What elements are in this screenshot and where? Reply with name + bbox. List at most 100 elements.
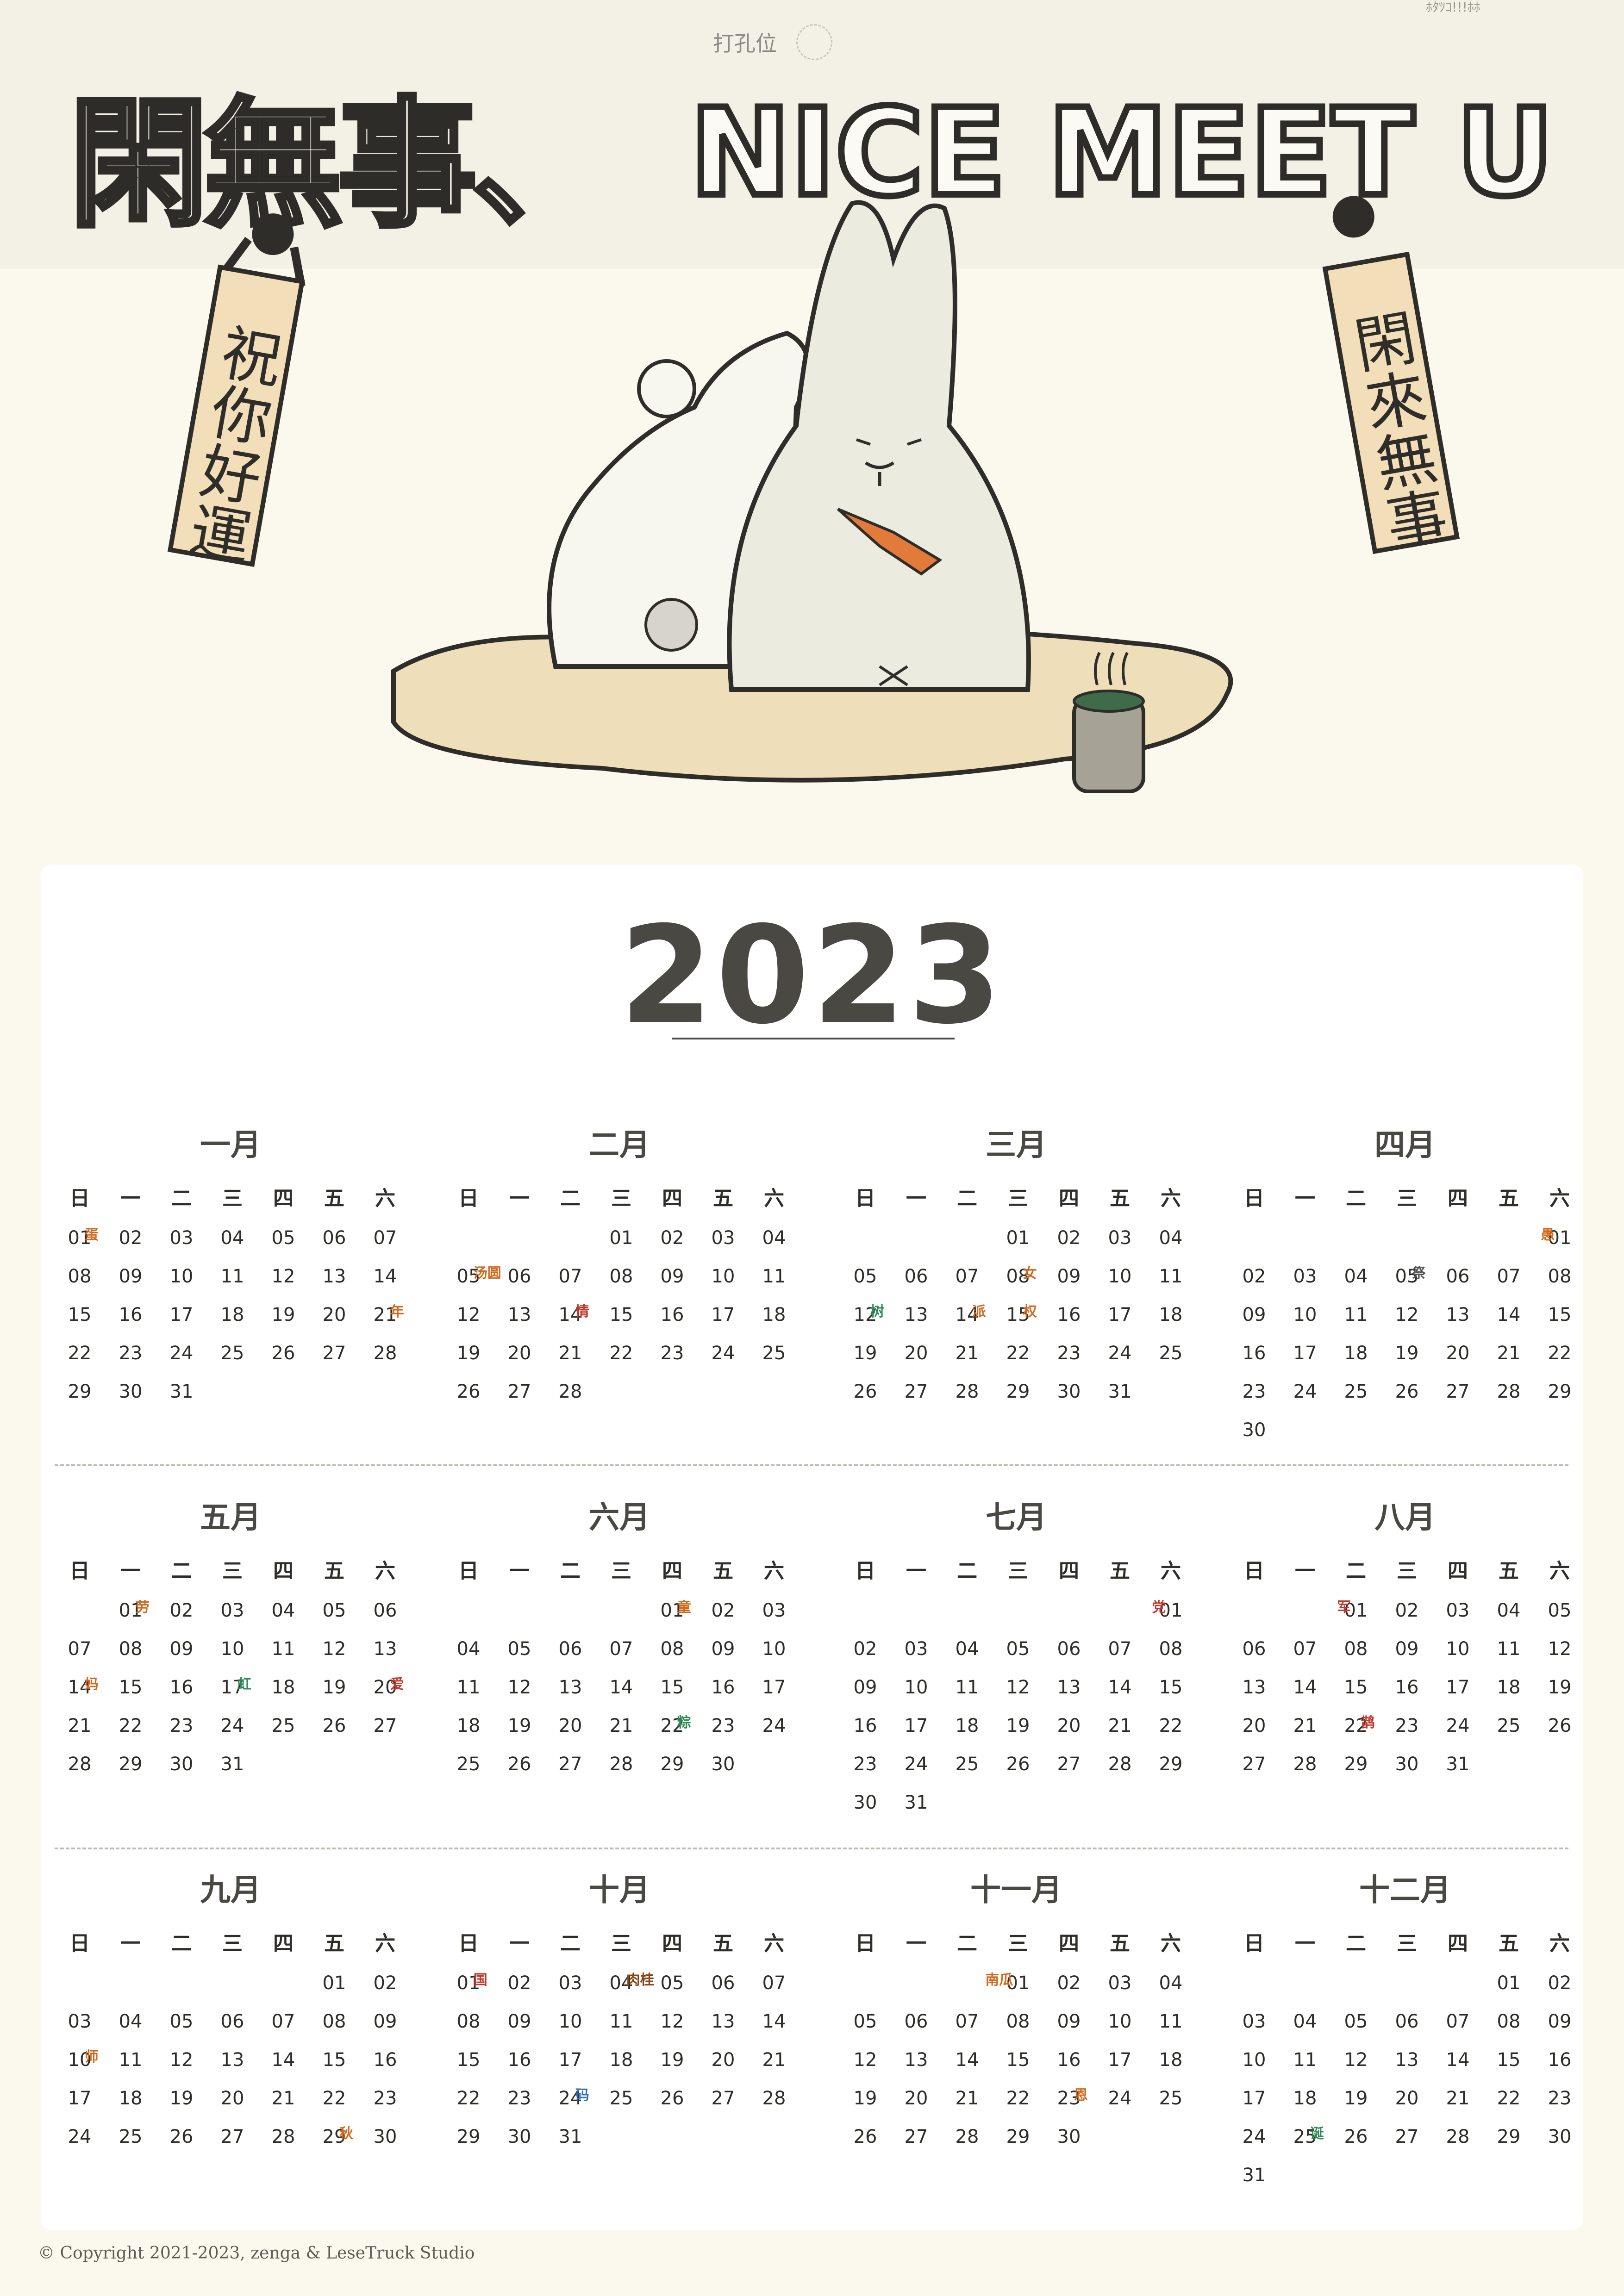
day-cell[interactable]: 16 — [1535, 2041, 1585, 2078]
day-cell[interactable]: 25 诞 — [1280, 2118, 1330, 2155]
day-cell[interactable]: 25 — [1146, 2080, 1196, 2117]
day-cell[interactable]: 04 — [1484, 1592, 1534, 1629]
day-cell[interactable]: 27 — [1044, 1746, 1094, 1783]
day-cell[interactable]: 17 — [1229, 2080, 1279, 2117]
day-cell[interactable]: 12 — [156, 2041, 206, 2078]
day-cell[interactable]: 04 — [1280, 2003, 1330, 2040]
day-cell[interactable]: 04 — [1146, 1220, 1196, 1257]
day-cell[interactable]: 12 — [993, 1669, 1043, 1706]
day-cell[interactable]: 22 — [55, 1335, 105, 1372]
day-cell[interactable]: 12 — [840, 2041, 890, 2078]
day-cell[interactable]: 13 — [698, 2003, 748, 2040]
day-cell[interactable]: 25 — [443, 1746, 493, 1783]
day-cell[interactable]: 11 — [106, 2041, 156, 2078]
day-cell[interactable]: 18 — [1331, 1335, 1381, 1372]
day-cell[interactable]: 26 — [840, 2118, 890, 2155]
day-cell[interactable]: 10 — [1433, 1630, 1483, 1668]
day-cell[interactable]: 14 情 — [545, 1296, 595, 1333]
day-cell[interactable]: 06 — [1433, 1258, 1483, 1295]
day-cell[interactable]: 02 — [698, 1592, 748, 1629]
day-cell[interactable]: 17 — [1433, 1669, 1483, 1706]
day-cell[interactable]: 08 — [309, 2003, 359, 2040]
day-cell[interactable]: 15 权 — [993, 1296, 1043, 1333]
day-cell[interactable]: 20 — [207, 2080, 257, 2117]
day-cell[interactable]: 09 — [156, 1630, 206, 1668]
day-cell[interactable]: 27 — [698, 2080, 748, 2117]
day-cell[interactable]: 04 — [749, 1220, 799, 1257]
day-cell[interactable]: 16 — [156, 1669, 206, 1706]
day-cell[interactable]: 17 — [1095, 1296, 1145, 1333]
day-cell[interactable]: 05 — [309, 1592, 359, 1629]
day-cell[interactable]: 23 — [840, 1746, 890, 1783]
day-cell[interactable]: 14 — [1433, 2041, 1483, 2078]
day-cell[interactable]: 23 恩 — [1044, 2080, 1094, 2117]
day-cell[interactable]: 07 — [360, 1220, 410, 1257]
day-cell[interactable]: 25 — [207, 1335, 257, 1372]
day-cell[interactable]: 12 — [647, 2003, 697, 2040]
day-cell[interactable]: 09 — [1535, 2003, 1585, 2040]
day-cell[interactable]: 07 — [1484, 1258, 1534, 1295]
day-cell[interactable]: 25 — [749, 1335, 799, 1372]
day-cell[interactable]: 01 — [993, 1220, 1043, 1257]
day-cell[interactable]: 24 — [207, 1707, 257, 1744]
day-cell[interactable]: 06 — [891, 2003, 941, 2040]
day-cell[interactable]: 04 — [942, 1630, 992, 1668]
day-cell[interactable]: 09 — [360, 2003, 410, 2040]
day-cell[interactable]: 30 — [840, 1784, 890, 1821]
day-cell[interactable]: 02 — [1044, 1220, 1094, 1257]
day-cell[interactable]: 11 — [1331, 1296, 1381, 1333]
day-cell[interactable]: 22 — [443, 2080, 493, 2117]
day-cell[interactable]: 16 — [1229, 1335, 1279, 1372]
day-cell[interactable]: 08 — [1331, 1630, 1381, 1668]
day-cell[interactable]: 16 — [840, 1707, 890, 1744]
day-cell[interactable]: 12 — [1382, 1296, 1432, 1333]
day-cell[interactable]: 05 — [258, 1220, 308, 1257]
day-cell[interactable]: 10 — [207, 1630, 257, 1668]
day-cell[interactable]: 30 — [494, 2118, 544, 2155]
day-cell[interactable]: 21 — [749, 2041, 799, 2078]
day-cell[interactable]: 27 — [309, 1335, 359, 1372]
day-cell[interactable]: 08 — [1484, 2003, 1534, 2040]
day-cell[interactable]: 29 — [1146, 1746, 1196, 1783]
day-cell[interactable]: 12 树 — [840, 1296, 890, 1333]
day-cell[interactable]: 16 — [494, 2041, 544, 2078]
day-cell[interactable]: 23 — [698, 1707, 748, 1744]
day-cell[interactable]: 06 — [494, 1258, 544, 1295]
day-cell[interactable]: 05 — [993, 1630, 1043, 1668]
day-cell[interactable]: 03 — [749, 1592, 799, 1629]
day-cell[interactable]: 15 — [1146, 1669, 1196, 1706]
day-cell[interactable]: 14 — [1280, 1669, 1330, 1706]
day-cell[interactable]: 24 — [55, 2118, 105, 2155]
day-cell[interactable]: 02 — [1044, 1965, 1094, 2002]
day-cell[interactable]: 13 — [891, 1296, 941, 1333]
day-cell[interactable]: 02 — [1535, 1965, 1585, 2002]
day-cell[interactable]: 09 — [840, 1669, 890, 1706]
day-cell[interactable]: 22 — [993, 1335, 1043, 1372]
day-cell[interactable]: 21 — [1280, 1707, 1330, 1744]
day-cell[interactable]: 30 — [1229, 1412, 1279, 1449]
day-cell[interactable]: 17 — [545, 2041, 595, 2078]
day-cell[interactable]: 15 — [55, 1296, 105, 1333]
day-cell[interactable]: 09 — [1044, 2003, 1094, 2040]
day-cell[interactable]: 20 — [891, 2080, 941, 2117]
day-cell[interactable]: 02 — [1382, 1592, 1432, 1629]
day-cell[interactable]: 26 — [309, 1707, 359, 1744]
day-cell[interactable]: 20 — [891, 1335, 941, 1372]
day-cell[interactable]: 09 — [1044, 1258, 1094, 1295]
day-cell[interactable]: 13 — [309, 1258, 359, 1295]
day-cell[interactable]: 18 — [1280, 2080, 1330, 2117]
day-cell[interactable]: 14 — [942, 2041, 992, 2078]
day-cell[interactable]: 18 — [207, 1296, 257, 1333]
day-cell[interactable]: 14 — [596, 1669, 646, 1706]
day-cell[interactable]: 30 — [1044, 2118, 1094, 2155]
day-cell[interactable]: 16 — [1382, 1669, 1432, 1706]
day-cell[interactable]: 25 — [106, 2118, 156, 2155]
day-cell[interactable]: 24 — [891, 1746, 941, 1783]
day-cell[interactable]: 08 女 — [993, 1258, 1043, 1295]
day-cell[interactable]: 19 — [647, 2041, 697, 2078]
day-cell[interactable]: 10 — [1095, 1258, 1145, 1295]
day-cell[interactable]: 11 — [1146, 1258, 1196, 1295]
day-cell[interactable]: 01 党 — [1146, 1592, 1196, 1629]
day-cell[interactable]: 31 — [1433, 1746, 1483, 1783]
day-cell[interactable]: 14 妈 — [55, 1669, 105, 1706]
